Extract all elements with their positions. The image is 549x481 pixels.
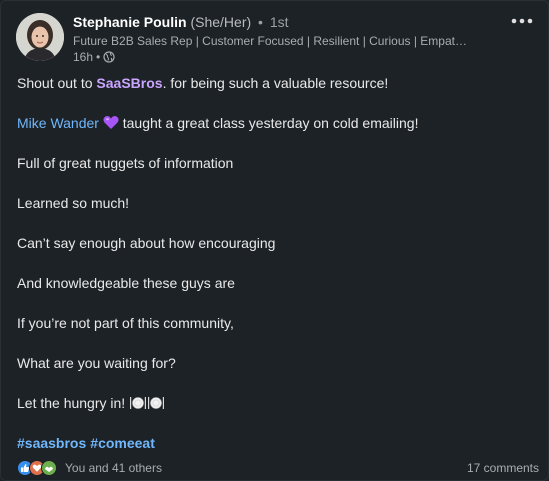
post-line-1: Shout out to SaaSBros. for being such a … [17,73,537,113]
comments-count-link[interactable]: 17 comments [467,461,539,475]
plate-cutlery-icon [129,395,147,415]
hashtag-link[interactable]: #comeeat [90,435,155,451]
post-line-3: Full of great nuggets of information [17,155,234,171]
post-line-2: Mike Wander taught a great class yesterd… [17,113,537,153]
connection-degree: 1st [269,14,289,30]
post-card: Stephanie Poulin (She/Her) • 1st Future … [0,0,549,481]
separator-dot: • [258,14,263,30]
reactions-summary[interactable]: You and 41 others [17,460,162,476]
author-headline[interactable]: Future B2B Sales Rep | Customer Focused … [73,34,493,48]
post-line-9: Let the hungry in! [17,393,537,433]
hashtag-link[interactable]: #saasbros [17,435,86,451]
plate-cutlery-icon [147,395,165,415]
text-segment: . for being such a valuable resource! [162,75,389,91]
reaction-icons [17,460,57,476]
text-segment: taught a great class yesterday on cold e… [118,115,419,131]
text-segment: Let the hungry in! [17,395,130,411]
post-line-6: And knowledgeable these guys are [17,275,235,291]
post-time: 16h [73,50,94,64]
author-pronouns: (She/Her) [190,14,252,30]
post-meta: 16h • [73,50,115,64]
post-line-4: Learned so much! [17,195,130,211]
reactions-count: You and 41 others [65,461,162,475]
purple-heart-icon [103,115,119,135]
globe-icon [103,51,115,63]
post-line-5: Can’t say enough about how encouraging [17,235,276,251]
text-segment: Shout out to [17,75,97,91]
person-mention-link[interactable]: Mike Wander [17,115,99,131]
company-mention-link[interactable]: SaaSBros [96,75,162,91]
author-line: Stephanie Poulin (She/Her) • 1st [73,14,289,30]
social-counts: You and 41 others 17 comments [17,460,539,476]
post-body: Shout out to SaaSBros. for being such a … [17,73,537,473]
more-horizontal-icon [511,18,533,24]
post-line-8: What are you waiting for? [17,355,176,371]
post-line-7: If you’re not part of this community, [17,315,234,331]
author-avatar[interactable] [16,13,64,61]
author-name[interactable]: Stephanie Poulin [73,14,187,30]
separator-dot: • [96,50,101,64]
support-icon [41,460,57,476]
more-options-button[interactable] [508,9,536,33]
